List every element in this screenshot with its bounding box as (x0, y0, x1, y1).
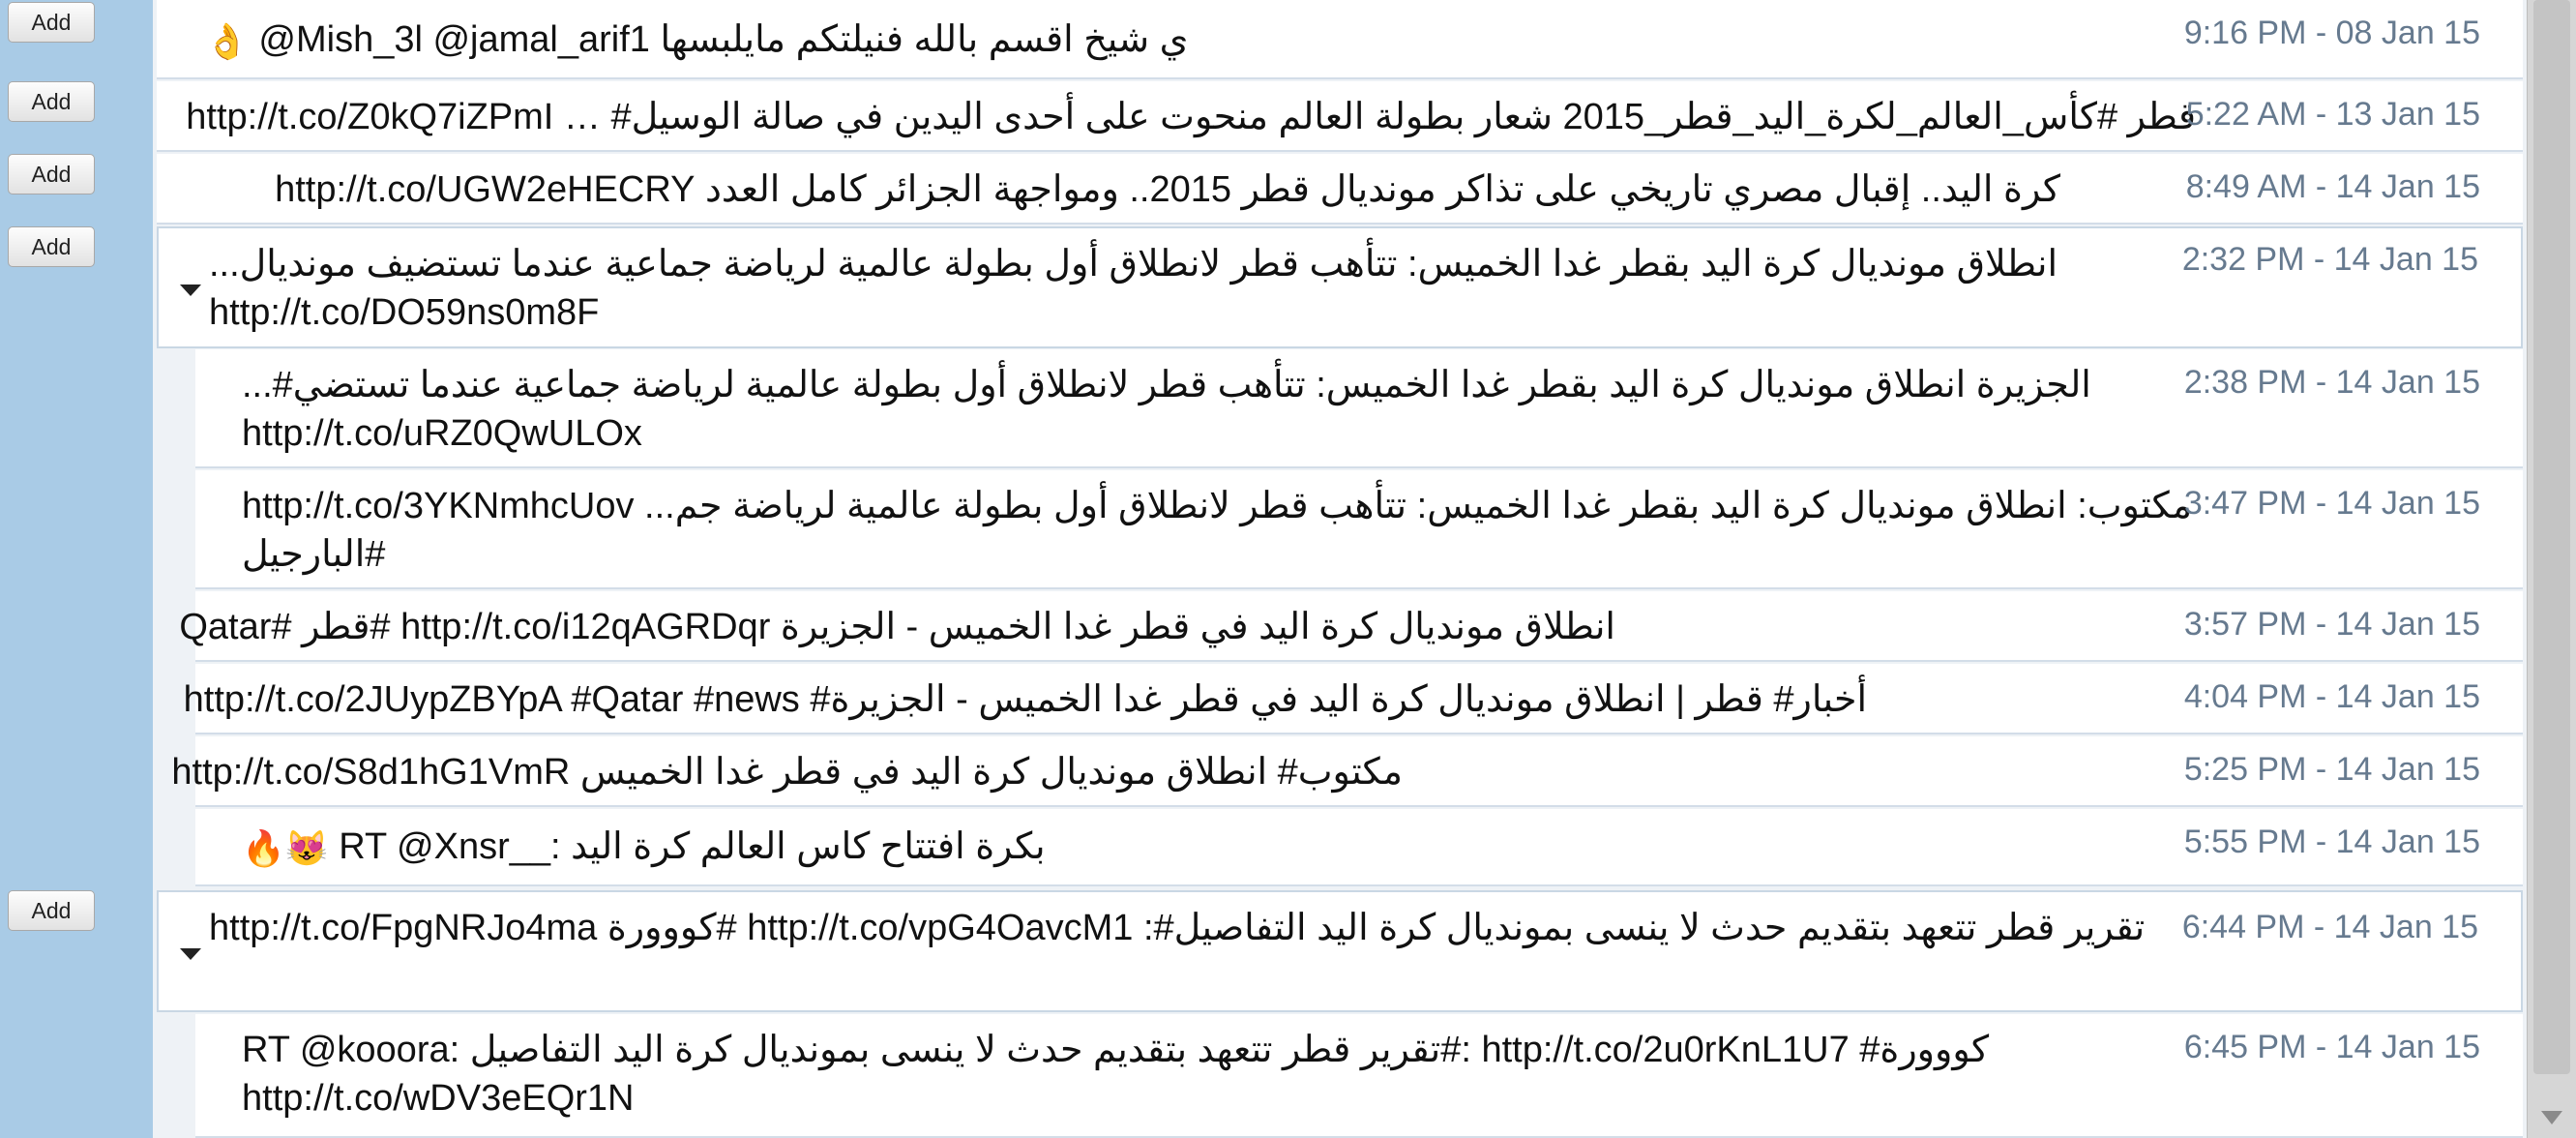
tweet-text: RT @kooora: تقرير قطر تتعهد بتقديم حدث ل… (242, 1030, 1990, 1119)
tweet-timestamp: 3:57 PM - 14 Jan 15 (2183, 606, 2480, 643)
tweet-text: 👌 @Mish_3l @jamal_arif1 ي شيخ اقسم بالله… (205, 19, 1189, 61)
tweet-text: أخبار# قطر | انطلاق مونديال كرة اليد في … (183, 679, 1867, 720)
tweet-row-child[interactable]: أخبار# قطر | انطلاق مونديال كرة اليد في … (183, 664, 2523, 734)
tweet-row-group-header[interactable]: انطلاق مونديال كرة اليد بقطر غدا الخميس:… (157, 226, 2523, 348)
tweet-list: 👌 @Mish_3l @jamal_arif1 ي شيخ اقسم بالله… (153, 0, 2527, 1138)
tweet-row-child[interactable]: انطلاق مونديال كرة اليد في قطر غدا الخمي… (179, 591, 2523, 662)
tweet-timestamp: 6:45 PM - 14 Jan 15 (2183, 1029, 2480, 1065)
add-button-row-11[interactable]: Add (8, 890, 95, 931)
tweet-row-child[interactable]: الجزيرة انطلاق مونديال كرة اليد بقطر غدا… (195, 349, 2523, 468)
tweet-timestamp: 2:32 PM - 14 Jan 15 (2181, 241, 2478, 278)
vertical-scrollbar[interactable] (2527, 0, 2576, 1138)
tweet-timestamp: 2:38 PM - 14 Jan 15 (2183, 364, 2480, 401)
tweet-row-child[interactable]: 😻🔥 RT @Xnsr__: بكرة افتتاح كاس العالم كر… (195, 809, 2523, 886)
tweet-timestamp: 5:22 AM - 13 Jan 15 (2185, 96, 2480, 133)
tweet-row[interactable]: كرة اليد.. إقبال مصري تاريخي على تذاكر م… (157, 154, 2523, 225)
tweet-row-group-header[interactable]: تقرير قطر تتعهد بتقديم حدث لا ينسى بموند… (157, 890, 2523, 1012)
add-button-row-3[interactable]: Add (8, 154, 95, 195)
tweet-timestamp: 6:44 PM - 14 Jan 15 (2181, 909, 2478, 945)
add-button-row-2[interactable]: Add (8, 81, 95, 122)
tweet-timestamp: 5:25 PM - 14 Jan 15 (2183, 751, 2480, 788)
tweet-row[interactable]: 👌 @Mish_3l @jamal_arif1 ي شيخ اقسم بالله… (157, 0, 2523, 79)
add-button-row-4[interactable]: Add (8, 226, 95, 267)
tweet-row-child[interactable]: مكتوب: انطلاق مونديال كرة اليد بقطر غدا … (195, 470, 2523, 589)
tweet-text: قطر #كأس_العالم_لكرة_اليد_قطر_2015 شعار … (186, 97, 2196, 137)
expand-caret-icon[interactable] (180, 948, 201, 960)
heart-eyes-cat-fire-emoji-icon: 😻🔥 (242, 827, 329, 868)
tweet-row-child[interactable]: RT @kooora: تقرير قطر تتعهد بتقديم حدث ل… (195, 1014, 2523, 1138)
tweet-text: انطلاق مونديال كرة اليد بقطر غدا الخميس:… (209, 244, 2058, 333)
expand-caret-icon[interactable] (180, 284, 201, 296)
tweet-row-child[interactable]: مكتوب# انطلاق مونديال كرة اليد في قطر غد… (171, 736, 2523, 807)
tweet-row[interactable]: قطر #كأس_العالم_لكرة_اليد_قطر_2015 شعار … (157, 81, 2523, 152)
tweet-timestamp: 5:55 PM - 14 Jan 15 (2183, 824, 2480, 860)
scroll-down-arrow-icon[interactable] (2541, 1111, 2562, 1124)
tweet-text: مكتوب# انطلاق مونديال كرة اليد في قطر غد… (171, 752, 1403, 793)
tweet-text: كرة اليد.. إقبال مصري تاريخي على تذاكر م… (275, 169, 2060, 210)
tweet-timestamp: 3:47 PM - 14 Jan 15 (2183, 485, 2480, 522)
scrollbar-thumb[interactable] (2533, 0, 2570, 1074)
tweet-text: تقرير قطر تتعهد بتقديم حدث لا ينسى بموند… (209, 908, 2146, 948)
tweet-text: انطلاق مونديال كرة اليد في قطر غدا الخمي… (179, 607, 1615, 647)
tweet-text: الجزيرة انطلاق مونديال كرة اليد بقطر غدا… (242, 365, 2091, 454)
add-button-column: Add Add Add Add Add (0, 0, 153, 1138)
tweet-timestamp: 8:49 AM - 14 Jan 15 (2185, 168, 2480, 205)
tweet-text: مكتوب: انطلاق مونديال كرة اليد بقطر غدا … (242, 486, 2192, 575)
tweet-timestamp: 4:04 PM - 14 Jan 15 (2183, 678, 2480, 715)
tweet-text: 😻🔥 RT @Xnsr__: بكرة افتتاح كاس العالم كر… (242, 826, 1046, 868)
tweet-timestamp: 9:16 PM - 08 Jan 15 (2183, 15, 2480, 51)
add-button-row-1[interactable]: Add (8, 2, 95, 43)
tweet-browser-window: Add Add Add Add Add 👌 @Mish_3l @jamal_ar… (0, 0, 2576, 1138)
ok-hand-emoji-icon: 👌 (205, 20, 249, 61)
